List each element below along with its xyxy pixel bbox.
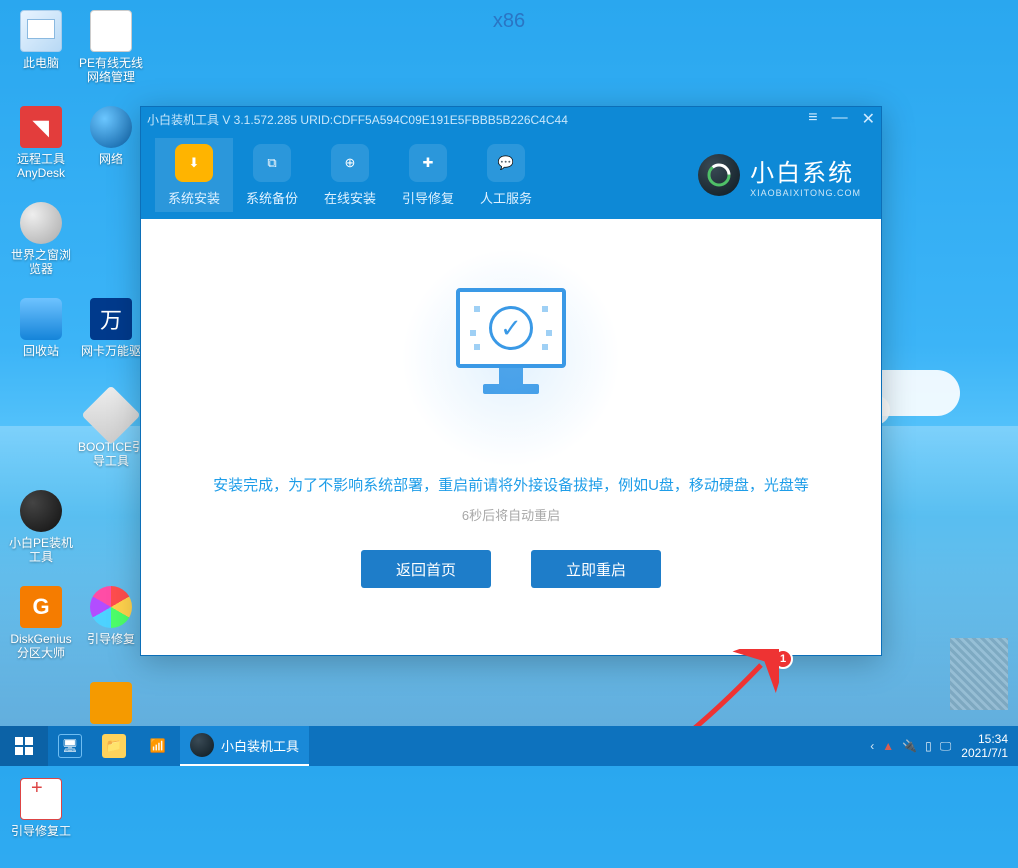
desktop-icon-label: 网络: [99, 152, 123, 166]
menu-icon[interactable]: ≡: [808, 109, 817, 129]
boot-icon: [81, 385, 140, 444]
desktop-icon-label: 此电脑: [23, 56, 59, 70]
desktop-icon[interactable]: 网络: [76, 100, 146, 196]
taskbar: 🖥 📁 📶 小白装机工具 ‹ ▲ 🔌 ▯ 🖵 15:34 2021/7/1: [0, 726, 1018, 766]
success-message: 安装完成，为了不影响系统部署，重启前请将外接设备拔掉，例如U盘，移动硬盘，光盘等: [213, 474, 809, 495]
tab-4[interactable]: 💬 人工服务: [467, 138, 545, 212]
tab-3[interactable]: ✚ 引导修复: [389, 138, 467, 212]
installer-icon: [190, 733, 214, 757]
tray-display-icon[interactable]: 🖵: [940, 739, 952, 754]
clock[interactable]: 15:34 2021/7/1: [961, 732, 1008, 760]
task-network[interactable]: 📶: [136, 726, 180, 766]
tray-chevron-icon[interactable]: ‹: [870, 739, 874, 753]
annotation-badge: 1: [773, 649, 793, 669]
tab-icon: ⊕: [331, 144, 369, 182]
desktop-icon[interactable]: ◥ 远程工具AnyDesk: [6, 100, 76, 196]
header-tabs: ⬇ 系统安装 ⧉ 系统备份 ⊕ 在线安装 ✚ 引导修复 💬 人工服务: [155, 138, 545, 212]
desktop-icon[interactable]: PE有线无线网络管理: [76, 4, 146, 100]
tab-label: 引导修复: [402, 188, 454, 207]
tab-label: 系统备份: [246, 188, 298, 207]
net-icon: [90, 10, 132, 52]
tab-icon: ⬇: [175, 144, 213, 182]
close-icon[interactable]: ✕: [862, 109, 875, 129]
tab-icon: ⧉: [253, 144, 291, 182]
desktop-icon-label: BOOTICE引导工具: [77, 440, 145, 468]
brand-url: XIAOBAIXITONG.COM: [750, 188, 861, 198]
brand-logo-icon: [698, 154, 740, 196]
arch-label: x86: [493, 10, 525, 33]
tab-icon: 💬: [487, 144, 525, 182]
computer-icon: 🖥: [58, 734, 82, 758]
system-tray: ‹ ▲ 🔌 ▯ 🖵: [870, 739, 951, 754]
pc-icon: [20, 10, 62, 52]
desktop-icon-label: 回收站: [23, 344, 59, 358]
desktop-icon[interactable]: 万网卡万能驱: [76, 292, 146, 388]
desktop-icon-label: PE有线无线网络管理: [77, 56, 145, 84]
tab-icon: ✚: [409, 144, 447, 182]
task-installer[interactable]: 小白装机工具: [180, 726, 309, 766]
success-illustration: ✓: [436, 288, 586, 428]
task-label: 小白装机工具: [221, 736, 299, 755]
desktop-icon-label: 小白PE装机工具: [7, 536, 75, 564]
desktop-icon[interactable]: 引导修复工: [6, 772, 76, 868]
desktop-icon-label: 网卡万能驱: [81, 344, 141, 358]
desktop-icon[interactable]: 回收站: [6, 292, 76, 388]
date-text: 2021/7/1: [961, 746, 1008, 760]
dg-icon: G: [20, 586, 62, 628]
brand-name: 小白系统: [750, 153, 861, 188]
desktop-icon[interactable]: 小白PE装机工具: [6, 484, 76, 580]
desktop-icon[interactable]: BOOTICE引导工具: [76, 388, 146, 484]
any-icon: ◥: [20, 106, 62, 148]
tray-battery-icon[interactable]: ▯: [925, 739, 932, 753]
desktop-icon[interactable]: 引导修复: [76, 580, 146, 676]
globe-icon: [90, 106, 132, 148]
desktop-icon-label: 远程工具AnyDesk: [7, 152, 75, 180]
back-home-button[interactable]: 返回首页: [361, 550, 491, 588]
desktop-icon[interactable]: 世界之窗浏览器: [6, 196, 76, 292]
tab-label: 人工服务: [480, 188, 532, 207]
brand: 小白系统 XIAOBAIXITONG.COM: [698, 153, 861, 198]
desktop-icon-label: 世界之窗浏览器: [7, 248, 75, 276]
desktop-icon-label: 引导修复工: [11, 824, 71, 838]
flower-icon: [90, 586, 132, 628]
tray-device-icon[interactable]: 🔌: [902, 739, 917, 753]
tab-label: 系统安装: [168, 188, 220, 207]
desktop-icon-label: 引导修复: [87, 632, 135, 646]
task-computer[interactable]: 🖥: [48, 726, 92, 766]
tray-shield-icon[interactable]: ▲: [882, 739, 894, 753]
window-header: ⬇ 系统安装 ⧉ 系统备份 ⊕ 在线安装 ✚ 引导修复 💬 人工服务 小白系统 XIAOBAIXI…: [141, 131, 881, 219]
installer-window: 小白装机工具 V 3.1.572.285 URID:CDFF5A594C09E1…: [140, 106, 882, 656]
countdown-message: 6秒后将自动重启: [462, 505, 560, 524]
minimize-icon[interactable]: —: [832, 109, 848, 129]
folder-icon: 📁: [102, 734, 126, 758]
desktop-icon-label: DiskGenius分区大师: [7, 632, 75, 660]
wan-icon: 万: [90, 298, 132, 340]
med-icon: [20, 778, 62, 820]
time-text: 15:34: [961, 732, 1008, 746]
wifi-icon: 📶: [146, 734, 170, 758]
window-title: 小白装机工具 V 3.1.572.285 URID:CDFF5A594C09E1…: [147, 111, 568, 128]
every-icon: [90, 682, 132, 724]
task-folder[interactable]: 📁: [92, 726, 136, 766]
titlebar: 小白装机工具 V 3.1.572.285 URID:CDFF5A594C09E1…: [141, 107, 881, 131]
pe-icon: [20, 490, 62, 532]
tab-1[interactable]: ⧉ 系统备份: [233, 138, 311, 212]
watermark: [950, 638, 1008, 710]
browser-icon: [20, 202, 62, 244]
restart-now-button[interactable]: 立即重启: [531, 550, 661, 588]
window-body: ✓ 安装完成，为了不影响系统部署，重启前请将外接设备拔掉，例如U盘，移动硬盘，光…: [141, 219, 881, 657]
tab-0[interactable]: ⬇ 系统安装: [155, 138, 233, 212]
tab-label: 在线安装: [324, 188, 376, 207]
desktop-icon[interactable]: G DiskGenius分区大师: [6, 580, 76, 676]
desktop-icon[interactable]: 此电脑: [6, 4, 76, 100]
start-button[interactable]: [0, 726, 48, 766]
bin-icon: [20, 298, 62, 340]
tab-2[interactable]: ⊕ 在线安装: [311, 138, 389, 212]
